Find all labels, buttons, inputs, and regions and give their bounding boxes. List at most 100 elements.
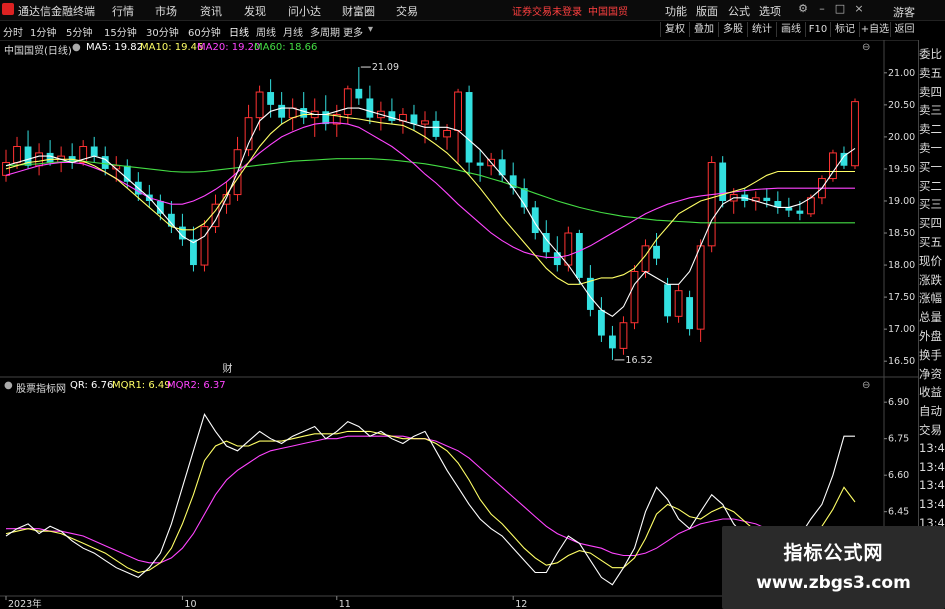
candle-body	[851, 101, 859, 167]
candle-body	[653, 245, 660, 259]
watermark-title: 指标公式网	[783, 542, 884, 564]
side-label: 净资	[919, 366, 942, 381]
side-label: 自动	[919, 404, 942, 419]
side-label: 买五	[919, 235, 942, 249]
btn-huaxian[interactable]: 画线	[776, 22, 805, 37]
candle-body	[432, 120, 440, 137]
btn-add-watchlist[interactable]: +自选	[859, 22, 890, 37]
side-label: 买一	[919, 159, 942, 174]
btn-biaoji[interactable]: 标记	[830, 22, 859, 37]
app-logo-icon	[2, 3, 14, 15]
finance-marker: 财	[223, 362, 233, 375]
btn-duogu[interactable]: 多股	[718, 22, 747, 37]
price-tick-label: 18.50	[888, 228, 915, 239]
side-label: 卖四	[919, 84, 942, 99]
sub-tick-label: 6.90	[888, 397, 909, 408]
kline-chart[interactable]: 21.00 20.50 20.00 19.50 19.00 18.50 18.00 17.50…	[0, 40, 918, 609]
side-label: 卖一	[919, 141, 942, 155]
price-tick-label: 17.50	[888, 292, 915, 303]
candle-body	[13, 146, 21, 164]
ma20-line	[5, 122, 855, 258]
btn-tongji[interactable]: 统计	[747, 22, 776, 37]
period-60min[interactable]: 60分钟	[188, 24, 221, 39]
candle-body	[190, 239, 197, 266]
app-title: 通达信金融终端	[18, 5, 95, 18]
ma10-line	[5, 113, 855, 285]
maximize-icon[interactable]: □	[833, 2, 847, 16]
period-15min[interactable]: 15分钟	[104, 24, 137, 39]
menu-caifuquan[interactable]: 财富圈	[342, 3, 375, 19]
candle-body	[355, 88, 363, 99]
menu-banmian[interactable]: 版面	[696, 3, 718, 19]
watermark: 指标公式网 www.zbgs3.com	[722, 526, 945, 609]
candle-body	[674, 290, 683, 317]
candle-body	[564, 232, 573, 266]
period-weekly[interactable]: 周线	[256, 24, 276, 39]
menu-faxian[interactable]: 发现	[244, 3, 266, 19]
side-label: 卖三	[919, 103, 942, 118]
period-1min[interactable]: 1分钟	[30, 24, 56, 39]
date-tick-label: 12	[515, 599, 527, 609]
menu-jiaoyi[interactable]: 交易	[396, 3, 418, 19]
price-tick-label: 17.00	[888, 324, 915, 335]
gear-icon[interactable]: ⚙	[796, 2, 810, 16]
candle-body	[806, 197, 815, 215]
btn-f10[interactable]: F10	[805, 22, 830, 37]
high-price-label: 21.09	[372, 62, 399, 73]
date-tick-label: 11	[339, 599, 351, 609]
period-more[interactable]: 更多	[343, 24, 363, 39]
candle-body	[244, 117, 253, 151]
menu-bar: 通达信金融终端 行情 市场 资讯 发现 问小达 财富圈 交易 证券交易未登录 中…	[0, 0, 945, 21]
period-daily[interactable]: 日线	[229, 24, 249, 39]
candle-body	[46, 152, 54, 163]
btn-back[interactable]: 返回	[890, 22, 918, 37]
candle-body	[278, 104, 286, 118]
candle-body	[322, 111, 330, 125]
title-stock-name: 中国国贸	[588, 7, 628, 18]
candle-body	[123, 165, 131, 182]
sub-tick-label: 6.45	[888, 507, 909, 518]
price-tick-label: 19.00	[888, 196, 915, 207]
minimize-icon[interactable]: –	[815, 2, 829, 16]
candle-body	[465, 92, 473, 163]
login-warning[interactable]: 证券交易未登录	[512, 3, 582, 18]
candle-body	[388, 111, 396, 121]
side-label: 买三	[919, 197, 942, 212]
sub-tick-label: 6.60	[888, 470, 909, 481]
ma60-line	[5, 158, 855, 224]
side-label: 外盘	[919, 329, 942, 343]
candle-body	[597, 309, 605, 336]
candle-body	[410, 114, 418, 125]
ma5-line	[5, 107, 856, 317]
close-icon[interactable]: ×	[852, 2, 866, 16]
guest-label[interactable]: 游客	[893, 4, 915, 20]
btn-fuquan[interactable]: 复权	[660, 22, 689, 37]
period-fenshi[interactable]: 分时	[3, 24, 23, 39]
period-5min[interactable]: 5分钟	[66, 24, 92, 39]
side-label: 买四	[919, 216, 942, 231]
period-monthly[interactable]: 月线	[283, 24, 303, 39]
sub-tick-label: 6.75	[888, 434, 909, 445]
side-label: 13:4	[919, 459, 945, 474]
menu-zixun[interactable]: 资讯	[200, 3, 222, 19]
more-dropdown-icon[interactable]: ▾	[368, 24, 373, 35]
menu-gongneng[interactable]: 功能	[665, 3, 687, 19]
candle-body	[696, 245, 705, 330]
menu-gongshi[interactable]: 公式	[728, 3, 750, 19]
side-label: 13:4	[919, 497, 945, 512]
side-label: 卖五	[919, 65, 942, 80]
btn-diejia[interactable]: 叠加	[689, 22, 718, 37]
menu-shichang[interactable]: 市场	[155, 3, 177, 19]
candle-body	[763, 197, 771, 201]
menu-hangqing[interactable]: 行情	[112, 3, 134, 19]
candle-body	[90, 146, 98, 157]
period-30min[interactable]: 30分钟	[146, 24, 179, 39]
side-label: 13:4	[919, 478, 945, 493]
candle-body	[421, 120, 429, 125]
candle-body	[454, 91, 462, 131]
menu-xuanxiang[interactable]: 选项	[759, 3, 781, 19]
menu-wenxiaoda[interactable]: 问小达	[288, 3, 321, 19]
side-label: 卖二	[919, 122, 942, 137]
period-multi[interactable]: 多周期	[310, 24, 340, 39]
price-tick-label: 21.00	[888, 68, 915, 79]
